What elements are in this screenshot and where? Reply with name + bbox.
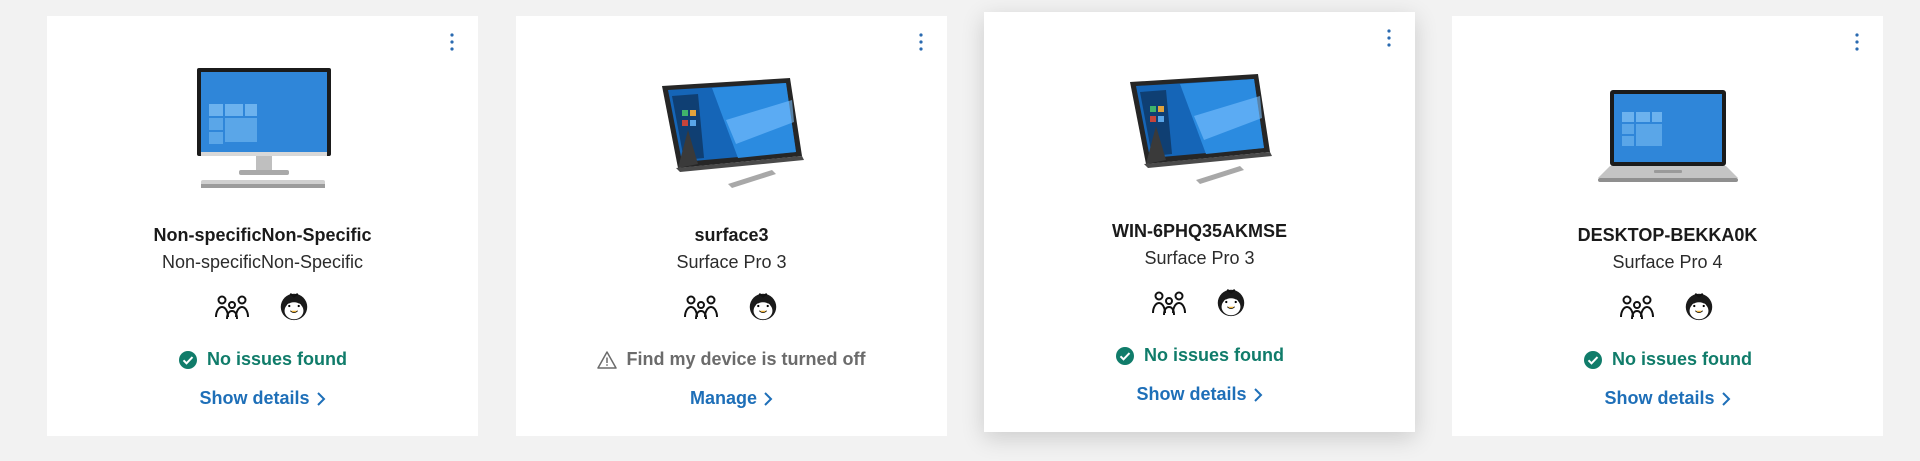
- more-vertical-icon[interactable]: [1377, 26, 1401, 50]
- more-vertical-icon[interactable]: [909, 30, 933, 54]
- device-name: WIN-6PHQ35AKMSE: [1111, 221, 1288, 241]
- manage-link[interactable]: Manage: [516, 388, 947, 409]
- device-card: surface3 Surface Pro 3 Find my device is…: [516, 16, 947, 436]
- penguin-avatar-icon: [745, 288, 781, 324]
- device-model: Surface Pro 4: [1612, 252, 1723, 272]
- family-icon: [214, 288, 250, 324]
- user-icons: [47, 288, 478, 324]
- status-text: No issues found: [1611, 349, 1752, 369]
- action-label[interactable]: Show details: [1136, 384, 1246, 405]
- device-model: Surface Pro 3: [1144, 248, 1255, 268]
- device-model: Non-specificNon-Specific: [161, 252, 364, 272]
- check-circle-icon: [1115, 346, 1135, 366]
- family-icon: [1151, 284, 1187, 320]
- check-circle-icon: [1583, 350, 1603, 370]
- status-message: Find my device is turned off: [516, 349, 947, 370]
- chevron-right-icon: [1721, 391, 1731, 407]
- status-text: No issues found: [1143, 345, 1284, 365]
- surface-tablet-icon: [642, 60, 822, 200]
- device-card: WIN-6PHQ35AKMSE Surface Pro 3 No issues …: [984, 12, 1415, 432]
- family-icon: [1619, 288, 1655, 324]
- action-label[interactable]: Show details: [1604, 388, 1714, 409]
- action-label[interactable]: Manage: [690, 388, 757, 409]
- penguin-avatar-icon: [276, 288, 312, 324]
- family-icon: [683, 288, 719, 324]
- surface-tablet-icon: [1110, 56, 1290, 196]
- device-name: surface3: [694, 225, 769, 245]
- penguin-avatar-icon: [1213, 284, 1249, 320]
- status-text: Find my device is turned off: [626, 349, 866, 369]
- penguin-avatar-icon: [1681, 288, 1717, 324]
- device-card: DESKTOP-BEKKA0K Surface Pro 4 No issues …: [1452, 16, 1883, 436]
- more-vertical-icon[interactable]: [1845, 30, 1869, 54]
- device-card: Non-specificNon-Specific Non-specificNon…: [47, 16, 478, 436]
- status-message: No issues found: [47, 349, 478, 370]
- user-icons: [984, 284, 1415, 320]
- action-label[interactable]: Show details: [199, 388, 309, 409]
- device-model: Surface Pro 3: [676, 252, 787, 272]
- more-vertical-icon[interactable]: [440, 30, 464, 54]
- chevron-right-icon: [1253, 387, 1263, 403]
- status-message: No issues found: [984, 345, 1415, 366]
- show-details-link[interactable]: Show details: [47, 388, 478, 409]
- user-icons: [1452, 288, 1883, 324]
- chevron-right-icon: [316, 391, 326, 407]
- check-circle-icon: [178, 350, 198, 370]
- show-details-link[interactable]: Show details: [1452, 388, 1883, 409]
- desktop-monitor-icon: [173, 60, 353, 200]
- device-name: Non-specificNon-Specific: [153, 225, 372, 245]
- warning-triangle-icon: [597, 350, 617, 370]
- show-details-link[interactable]: Show details: [984, 384, 1415, 405]
- status-message: No issues found: [1452, 349, 1883, 370]
- chevron-right-icon: [763, 391, 773, 407]
- device-name: DESKTOP-BEKKA0K: [1577, 225, 1758, 245]
- status-text: No issues found: [206, 349, 347, 369]
- user-icons: [516, 288, 947, 324]
- laptop-icon: [1578, 60, 1758, 200]
